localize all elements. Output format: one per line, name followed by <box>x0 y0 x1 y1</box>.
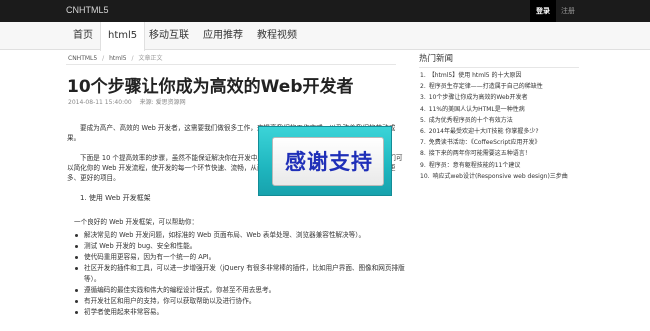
news-item[interactable]: 9. 程序员：意有躯程技能的11个建议 <box>420 160 605 171</box>
news-item-title[interactable]: 接下来的两年你可能需要这五种语言！ <box>429 150 531 157</box>
article-date: 2014-08-11 15:40:00 <box>68 99 132 106</box>
news-item-title[interactable]: 2014年最受欢迎十大IT技能 你掌握多少? <box>429 128 539 135</box>
section-intro: 一个良好的 Web 开发框架，可以帮助你： <box>74 218 199 226</box>
nav-item-apps[interactable]: 应用推荐 <box>196 22 250 50</box>
top-bar: CNHTML5 登录 注册 <box>0 0 650 22</box>
list-item: 解决常见的 Web 开发问题，如标准的 Web 页面布局、Web 表单处理、浏览… <box>74 230 414 241</box>
news-item[interactable]: 7. 免费读书活动：《CoffeeScript应用开发》 <box>420 137 605 148</box>
breadcrumb-separator: / <box>102 55 105 62</box>
news-item[interactable]: 3. 10个步骤让你成为高效的Web开发者 <box>420 92 605 103</box>
breadcrumb-home[interactable]: CNHTML5 <box>68 55 97 62</box>
article-source: 来源: 爱思资源网 <box>139 99 186 106</box>
nav-item-html5[interactable]: html5 <box>100 22 146 51</box>
sidebar-heading: 热门新闻 <box>419 54 454 64</box>
hot-news-list: 1. 【html5】使用 html5 的十大原因 2. 程序员生存定律——打造属于自… <box>420 70 605 182</box>
news-item[interactable]: 10. 响应式web设计(Responsive web design)三步曲 <box>420 171 605 182</box>
thanks-badge[interactable]: 感谢支持 <box>272 137 384 186</box>
nav-item-mobile[interactable]: 移动互联 <box>142 22 196 50</box>
article-title: 10个步骤让你成为高效的Web开发者 <box>67 77 354 97</box>
breadcrumb: CNHTML5 / html5 / 文章正文 <box>68 53 165 62</box>
login-button[interactable]: 登录 <box>530 0 556 22</box>
list-item: 有开发社区和用户的支持，你可以获取帮助以及进行协作。 <box>74 296 414 307</box>
thanks-overlay[interactable]: 感谢支持 <box>258 126 392 196</box>
register-link[interactable]: 注册 <box>561 0 575 22</box>
list-item: 使代码重用更容易，因为有一个统一的 API。 <box>74 252 414 263</box>
article-meta: 2014-08-11 15:40:00 来源: 爱思资源网 <box>68 97 192 106</box>
nav-item-home[interactable]: 首页 <box>66 22 100 50</box>
news-item[interactable]: 1. 【html5】使用 html5 的十大原因 <box>420 70 605 81</box>
news-item[interactable]: 6. 2014年最受欢迎十大IT技能 你掌握多少? <box>420 126 605 137</box>
list-item: 社区开发的插件和工具，可以进一步增强开发（jQuery 有很多非常棒的插件，比如… <box>74 263 414 285</box>
list-item: 初学者使用起来非常容易。 <box>74 307 414 318</box>
breadcrumb-separator: / <box>131 55 134 62</box>
news-item-title[interactable]: 程序员：意有躯程技能的11个建议 <box>429 162 521 169</box>
news-item[interactable]: 5. 成为优秀程序员的十个有效方法 <box>420 115 605 126</box>
sidebar-divider <box>419 67 579 68</box>
news-item[interactable]: 2. 程序员生存定律——打造属于自己的稀缺性 <box>420 81 605 92</box>
main-nav: 首页 html5 移动互联 应用推荐 教程视频 <box>0 22 650 51</box>
news-item-title[interactable]: 【html5】使用 html5 的十大原因 <box>429 72 522 79</box>
news-item-title[interactable]: 响应式web设计(Responsive web design)三步曲 <box>433 173 568 180</box>
breadcrumb-current: 文章正文 <box>138 55 163 62</box>
site-brand[interactable]: CNHTML5 <box>66 5 109 15</box>
news-item-title[interactable]: 程序员生存定律——打造属于自己的稀缺性 <box>429 83 543 90</box>
news-item[interactable]: 4. 11%的美国人认为HTML是一种性病 <box>420 104 605 115</box>
list-item: 遵循编码的最佳实践和伟大的编程设计模式，你甚至不用去思考。 <box>74 285 414 296</box>
news-item[interactable]: 8. 接下来的两年你可能需要这五种语言！ <box>420 148 605 159</box>
feature-list: 解决常见的 Web 开发问题，如标准的 Web 页面布局、Web 表单处理、浏览… <box>74 230 414 318</box>
list-item: 测试 Web 开发的 bug、安全和性能。 <box>74 241 414 252</box>
news-item-title[interactable]: 成为优秀程序员的十个有效方法 <box>429 117 513 124</box>
thanks-text: 感谢支持 <box>285 150 373 174</box>
breadcrumb-html5[interactable]: html5 <box>109 55 126 62</box>
news-item-title[interactable]: 11%的美国人认为HTML是一种性病 <box>429 106 525 113</box>
section-title: 1. 使用 Web 开发框架 <box>80 194 151 202</box>
news-item-title[interactable]: 免费读书活动：《CoffeeScript应用开发》 <box>429 139 541 146</box>
breadcrumb-divider <box>66 64 396 65</box>
nav-item-tutorials[interactable]: 教程视频 <box>250 22 304 50</box>
news-item-title[interactable]: 10个步骤让你成为高效的Web开发者 <box>429 94 528 101</box>
